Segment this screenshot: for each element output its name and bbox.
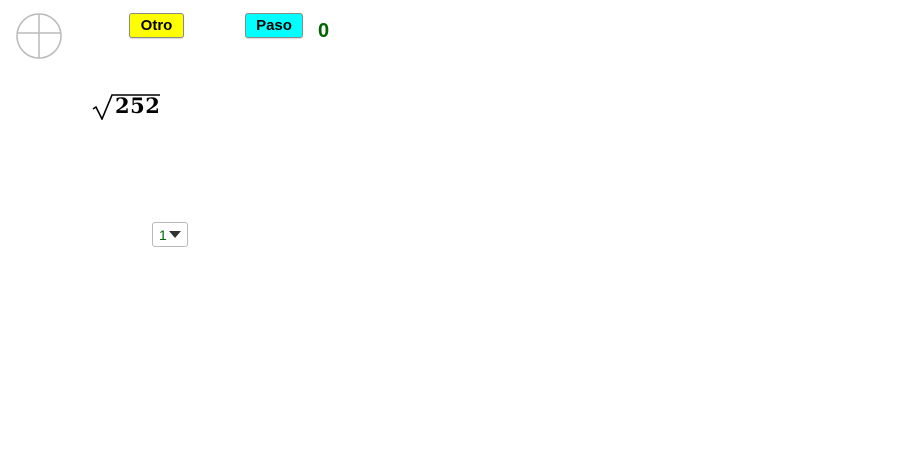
- dropdown-selected-value: 1: [159, 226, 167, 243]
- square-root-expression: 252: [92, 92, 162, 120]
- otro-button[interactable]: Otro: [129, 13, 184, 38]
- radicand: 252: [115, 93, 161, 118]
- step-selector-dropdown[interactable]: 1: [152, 222, 188, 247]
- triangle-down-icon: [168, 231, 181, 238]
- step-counter: 0: [318, 20, 330, 42]
- circle-cross-icon[interactable]: [15, 12, 63, 60]
- paso-button[interactable]: Paso: [245, 13, 303, 38]
